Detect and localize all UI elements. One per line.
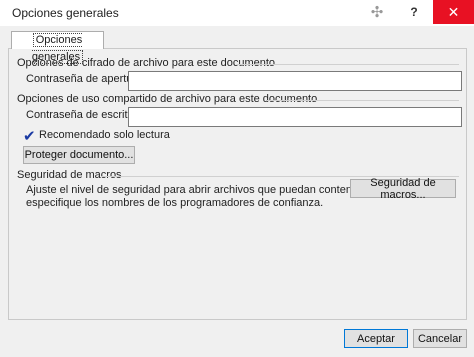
macro-section-title: Seguridad de macros bbox=[17, 169, 122, 181]
help-button[interactable]: ? bbox=[396, 0, 432, 24]
protect-document-button[interactable]: Proteger documento... bbox=[23, 146, 135, 164]
tab-panel: Opciones de cifrado de archivo para este… bbox=[8, 48, 467, 320]
dialog-body: Opciones generales Opciones de cifrado d… bbox=[0, 26, 474, 357]
tab-label: Opciones generales bbox=[31, 33, 84, 64]
write-password-input[interactable] bbox=[128, 107, 462, 127]
ok-button[interactable]: Aceptar bbox=[344, 329, 408, 348]
title-bar: Opciones generales ✣ ? ✕ bbox=[0, 0, 474, 26]
readonly-checkbox[interactable]: ✔ bbox=[23, 127, 36, 145]
move-icon[interactable]: ✣ bbox=[359, 0, 395, 24]
section-divider bbox=[237, 64, 459, 65]
macro-description-line2: especifique los nombres de los programad… bbox=[26, 197, 324, 209]
macro-description-line1: Ajuste el nivel de seguridad para abrir … bbox=[26, 184, 397, 196]
window-title: Opciones generales bbox=[12, 6, 119, 20]
section-divider bbox=[267, 100, 459, 101]
macro-security-button[interactable]: Seguridad de macros... bbox=[350, 177, 456, 201]
cancel-button[interactable]: Cancelar bbox=[413, 329, 467, 348]
sharing-section-title: Opciones de uso compartido de archivo pa… bbox=[17, 93, 318, 105]
readonly-checkbox-label[interactable]: Recomendado solo lectura bbox=[39, 129, 170, 141]
tab-general-options[interactable]: Opciones generales bbox=[11, 31, 104, 64]
open-password-input[interactable] bbox=[128, 71, 462, 91]
close-button[interactable]: ✕ bbox=[433, 0, 474, 24]
